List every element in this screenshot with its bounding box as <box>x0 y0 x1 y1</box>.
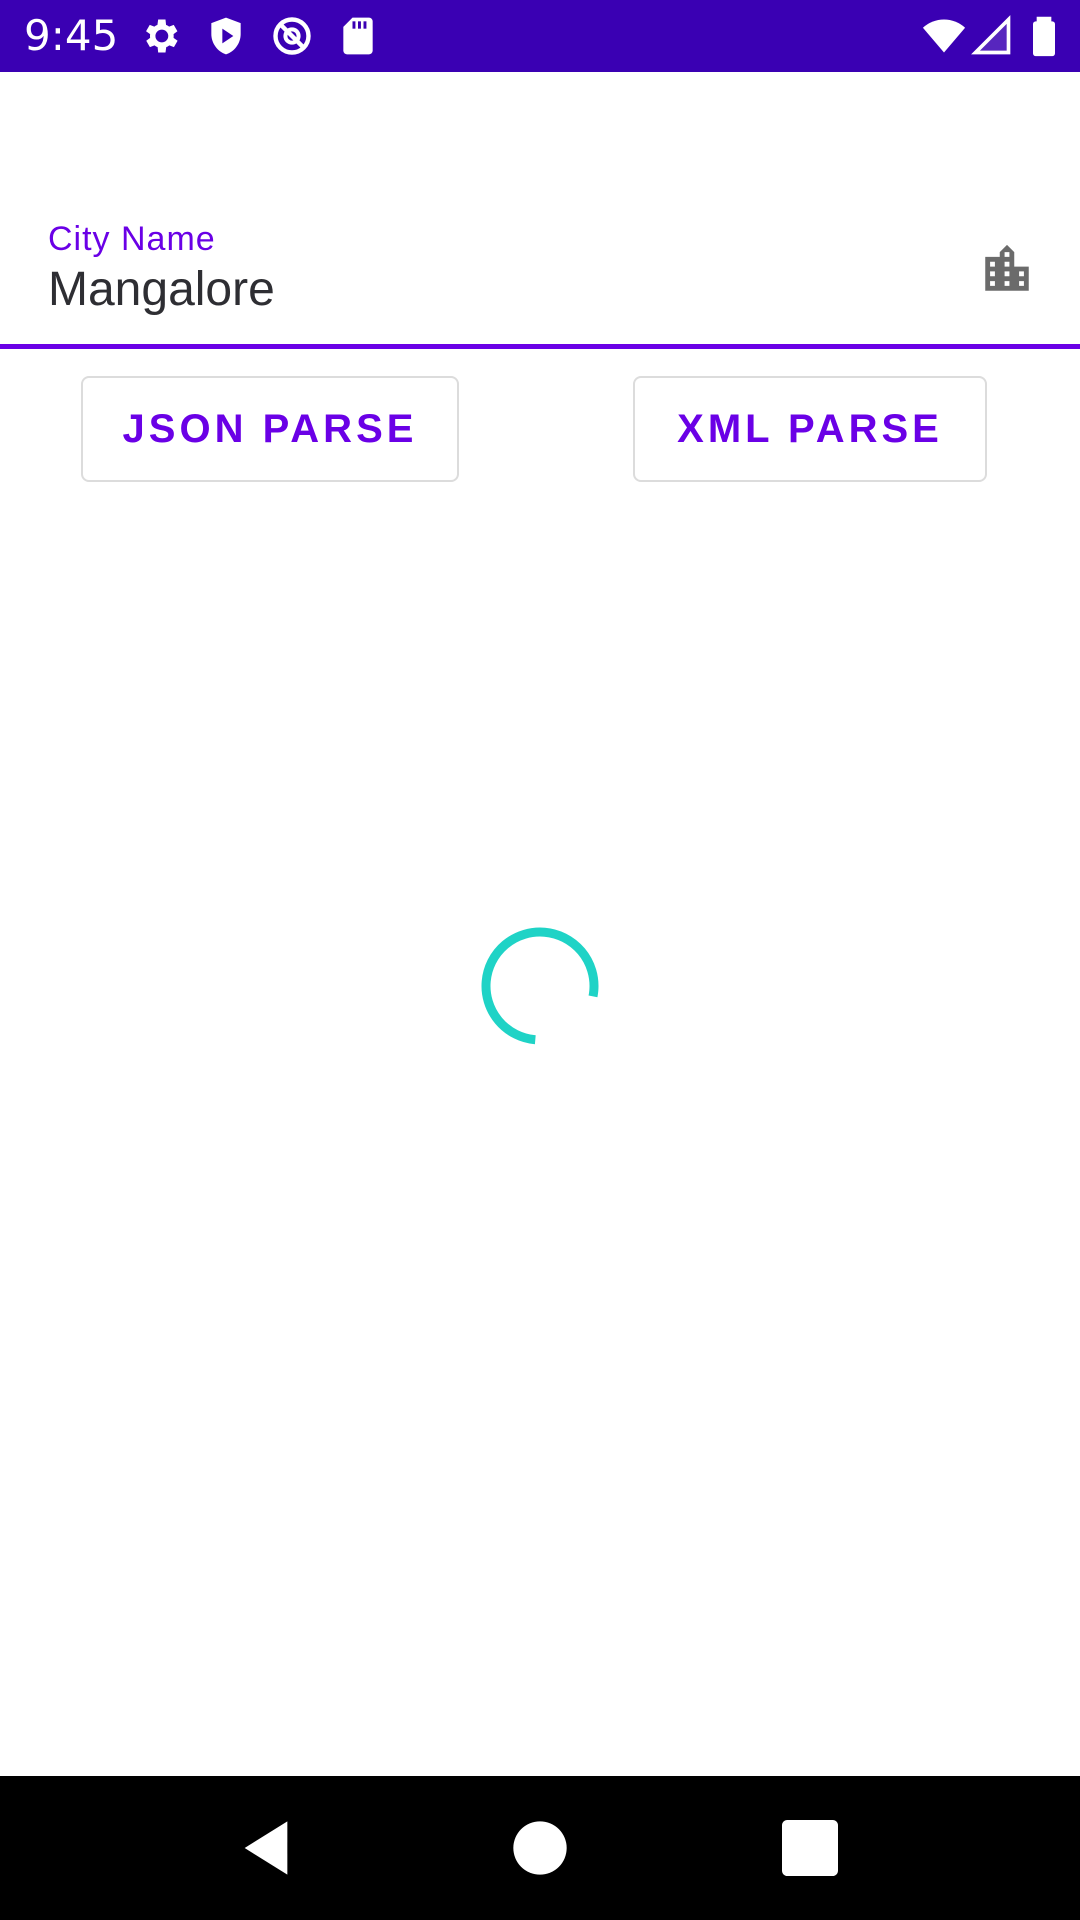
navigation-bar <box>0 1776 1080 1920</box>
json-parse-button[interactable]: JSON PARSE <box>81 376 459 482</box>
status-time: 9:45 <box>24 11 119 60</box>
sd-card-icon <box>336 14 380 58</box>
city-name-field[interactable]: City Name <box>0 200 1080 350</box>
cell-signal-icon <box>970 14 1014 58</box>
back-icon[interactable] <box>234 1816 298 1880</box>
battery-icon <box>1022 14 1066 58</box>
shield-play-icon <box>204 14 248 58</box>
wifi-icon <box>922 14 966 58</box>
no-entry-at-icon <box>270 14 314 58</box>
gear-icon <box>138 14 182 58</box>
home-icon[interactable] <box>508 1816 572 1880</box>
city-name-label: City Name <box>48 220 216 258</box>
status-bar: 9:45 <box>0 0 1080 72</box>
city-icon <box>978 240 1036 298</box>
recents-icon[interactable] <box>778 1816 842 1880</box>
city-name-underline <box>0 344 1080 349</box>
city-name-input[interactable] <box>48 262 928 317</box>
progress-spinner <box>478 924 602 1048</box>
xml-parse-button[interactable]: XML PARSE <box>633 376 987 482</box>
